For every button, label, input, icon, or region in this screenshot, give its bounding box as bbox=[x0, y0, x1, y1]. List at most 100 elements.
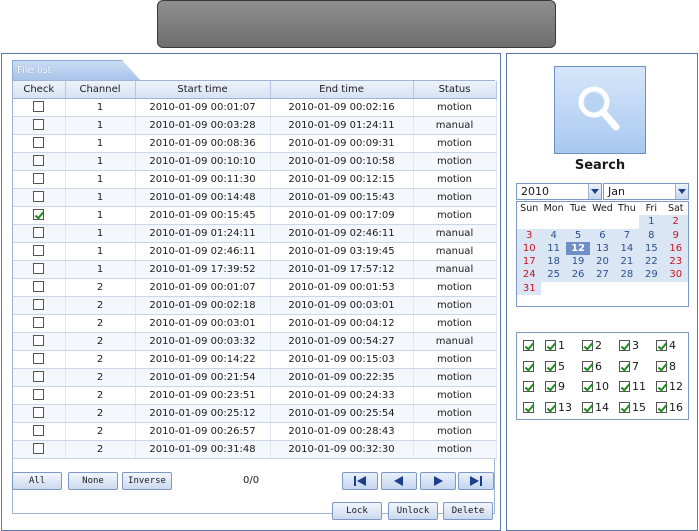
row-checkbox[interactable] bbox=[33, 299, 45, 311]
delete-button[interactable]: Delete bbox=[443, 502, 493, 520]
channel-item[interactable]: 15 bbox=[619, 401, 646, 414]
channel-checkbox[interactable] bbox=[619, 401, 630, 413]
channel-item[interactable]: 14 bbox=[582, 401, 609, 414]
table-row[interactable]: 2 2010-01-09 00:14:22 2010-01-09 00:15:03 m… bbox=[13, 350, 497, 369]
calendar-day[interactable]: 1 bbox=[639, 215, 664, 229]
channel-item[interactable]: 16 bbox=[656, 401, 683, 414]
calendar-day[interactable]: 3 bbox=[517, 228, 542, 242]
first-page-button[interactable] bbox=[342, 472, 378, 490]
channel-checkbox[interactable] bbox=[545, 401, 556, 413]
channel-item[interactable]: 3 bbox=[619, 339, 639, 352]
channel-item[interactable]: 11 bbox=[619, 380, 646, 393]
channel-item[interactable]: 9 bbox=[545, 380, 565, 393]
row-checkbox[interactable] bbox=[33, 335, 45, 347]
calendar-day[interactable]: 30 bbox=[663, 268, 688, 282]
calendar-day[interactable]: 17 bbox=[517, 255, 542, 269]
table-row[interactable]: 1 2010-01-09 00:11:30 2010-01-09 00:12:15 m… bbox=[13, 170, 497, 189]
table-row[interactable]: 1 2010-01-09 00:10:10 2010-01-09 00:10:58 m… bbox=[13, 152, 497, 171]
row-checkbox[interactable] bbox=[33, 155, 45, 167]
calendar-day[interactable]: 5 bbox=[565, 228, 591, 242]
unlock-button[interactable]: Unlock bbox=[388, 502, 438, 520]
channel-item[interactable]: 4 bbox=[656, 339, 676, 352]
calendar-day[interactable]: 12 bbox=[565, 241, 591, 256]
row-checkbox[interactable] bbox=[33, 371, 45, 383]
calendar-day[interactable]: 13 bbox=[590, 241, 615, 256]
channel-item[interactable]: 1 bbox=[545, 339, 565, 352]
table-row[interactable]: 2 2010-01-09 00:21:54 2010-01-09 00:22:35 m… bbox=[13, 368, 497, 387]
calendar-day[interactable]: 8 bbox=[639, 228, 664, 242]
row-checkbox[interactable] bbox=[33, 425, 45, 437]
calendar-day[interactable]: 18 bbox=[541, 255, 566, 269]
channel-checkbox[interactable] bbox=[656, 340, 667, 351]
table-row[interactable]: 2 2010-01-09 00:31:48 2010-01-09 00:32:30 m… bbox=[13, 440, 497, 459]
row-checkbox[interactable] bbox=[33, 209, 45, 221]
chevron-down-icon[interactable] bbox=[588, 184, 601, 199]
channel-checkbox[interactable] bbox=[582, 381, 593, 392]
column-header-status[interactable]: Status bbox=[413, 81, 497, 99]
calendar-day[interactable]: 10 bbox=[517, 241, 542, 256]
row-checkbox[interactable] bbox=[33, 353, 45, 365]
channel-checkbox[interactable] bbox=[582, 401, 593, 413]
channel-item[interactable]: 13 bbox=[545, 401, 572, 414]
row-checkbox[interactable] bbox=[33, 191, 45, 203]
row-checkbox[interactable] bbox=[33, 317, 45, 329]
row-checkbox[interactable] bbox=[33, 227, 45, 239]
column-header-end-time[interactable]: End time bbox=[270, 81, 414, 99]
calendar-day[interactable]: 25 bbox=[541, 268, 566, 282]
calendar-day[interactable]: 23 bbox=[663, 255, 688, 269]
table-row[interactable]: 1 2010-01-09 02:46:11 2010-01-09 03:19:45 m… bbox=[13, 242, 497, 261]
channel-checkbox[interactable] bbox=[619, 360, 630, 372]
table-row[interactable]: 1 2010-01-09 00:08:36 2010-01-09 00:09:31 m… bbox=[13, 134, 497, 153]
channel-checkbox[interactable] bbox=[545, 381, 556, 392]
year-select[interactable]: 2010 bbox=[516, 183, 602, 200]
table-row[interactable]: 1 2010-01-09 17:39:52 2010-01-09 17:57:12 m… bbox=[13, 260, 497, 279]
row-checkbox[interactable] bbox=[33, 137, 45, 149]
channel-item[interactable]: 2 bbox=[582, 339, 602, 352]
inverse-selection-button[interactable]: Inverse bbox=[122, 472, 172, 490]
channel-checkbox[interactable] bbox=[656, 401, 667, 413]
calendar-day[interactable]: 9 bbox=[663, 228, 688, 242]
table-row[interactable]: 2 2010-01-09 00:01:07 2010-01-09 00:01:53 m… bbox=[13, 278, 497, 297]
table-row[interactable]: 1 2010-01-09 00:15:45 2010-01-09 00:17:09 m… bbox=[13, 206, 497, 225]
lock-button[interactable]: Lock bbox=[332, 502, 382, 520]
channel-row-toggle-checkbox[interactable] bbox=[523, 381, 534, 392]
row-checkbox[interactable] bbox=[33, 443, 45, 455]
channel-item[interactable]: 7 bbox=[619, 360, 639, 373]
table-row[interactable]: 1 2010-01-09 00:03:28 2010-01-09 01:24:11 m… bbox=[13, 116, 497, 135]
column-header-start-time[interactable]: Start time bbox=[135, 81, 271, 99]
last-page-button[interactable] bbox=[458, 472, 494, 490]
row-checkbox[interactable] bbox=[33, 101, 45, 113]
row-checkbox[interactable] bbox=[33, 407, 45, 419]
channel-item[interactable]: 6 bbox=[582, 360, 602, 373]
calendar-day[interactable]: 21 bbox=[614, 255, 640, 269]
calendar-day[interactable]: 31 bbox=[517, 281, 542, 296]
channel-checkbox[interactable] bbox=[656, 381, 667, 392]
table-row[interactable]: 2 2010-01-09 00:26:57 2010-01-09 00:28:43 m… bbox=[13, 422, 497, 441]
calendar-day[interactable]: 24 bbox=[517, 268, 542, 282]
table-row[interactable]: 1 2010-01-09 00:01:07 2010-01-09 00:02:16 m… bbox=[13, 98, 497, 117]
chevron-down-icon[interactable] bbox=[675, 184, 688, 199]
calendar-day[interactable]: 27 bbox=[590, 268, 615, 282]
calendar-day[interactable]: 6 bbox=[590, 228, 615, 242]
calendar-day[interactable]: 4 bbox=[541, 228, 566, 242]
table-row[interactable]: 2 2010-01-09 00:23:51 2010-01-09 00:24:33 m… bbox=[13, 386, 497, 405]
channel-checkbox[interactable] bbox=[545, 360, 556, 372]
channel-checkbox[interactable] bbox=[619, 381, 630, 392]
channel-row-toggle-checkbox[interactable] bbox=[523, 340, 534, 351]
calendar-day[interactable]: 28 bbox=[614, 268, 640, 282]
calendar-day[interactable]: 14 bbox=[614, 241, 640, 256]
calendar-day[interactable]: 20 bbox=[590, 255, 615, 269]
channel-checkbox[interactable] bbox=[582, 340, 593, 351]
channel-item[interactable]: 10 bbox=[582, 380, 609, 393]
channel-checkbox[interactable] bbox=[619, 340, 630, 351]
calendar-day[interactable]: 15 bbox=[639, 241, 664, 256]
table-row[interactable]: 1 2010-01-09 00:14:48 2010-01-09 00:15:43 m… bbox=[13, 188, 497, 207]
table-row[interactable]: 2 2010-01-09 00:25:12 2010-01-09 00:25:54 m… bbox=[13, 404, 497, 423]
channel-checkbox[interactable] bbox=[545, 340, 556, 351]
row-checkbox[interactable] bbox=[33, 263, 45, 275]
channel-item[interactable]: 8 bbox=[656, 360, 676, 373]
table-row[interactable]: 2 2010-01-09 00:03:01 2010-01-09 00:04:12 m… bbox=[13, 314, 497, 333]
calendar-day[interactable]: 2 bbox=[663, 215, 688, 229]
channel-row-toggle-checkbox[interactable] bbox=[523, 360, 534, 372]
row-checkbox[interactable] bbox=[33, 281, 45, 293]
